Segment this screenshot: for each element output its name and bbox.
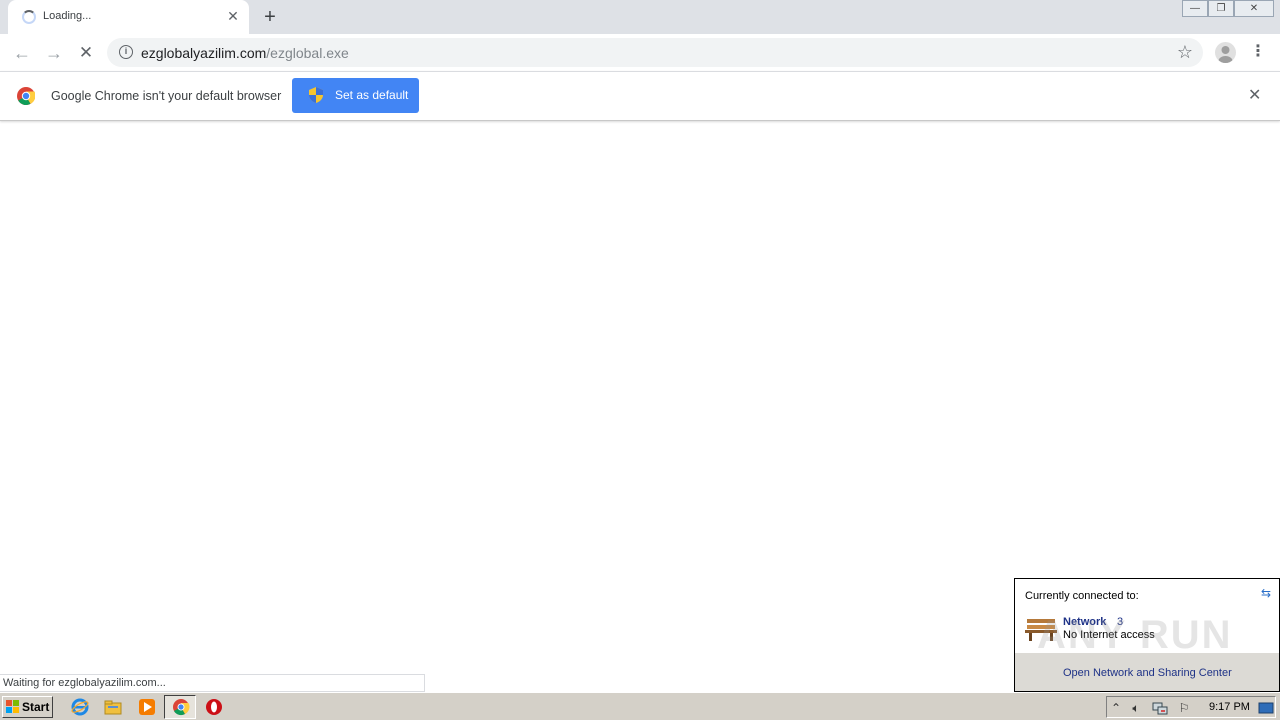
network-heading: Currently connected to: [1025, 590, 1139, 602]
status-bubble: Waiting for ezglobalyazilim.com... [0, 674, 425, 692]
minimize-button[interactable]: — [1182, 0, 1208, 17]
close-window-button[interactable]: ✕ [1234, 0, 1274, 17]
opera-icon[interactable] [205, 698, 223, 716]
bookmark-star-icon[interactable]: ☆ [1177, 42, 1193, 62]
uac-shield-icon [309, 87, 323, 103]
loading-spinner-icon [22, 10, 36, 24]
tab-loading[interactable]: Loading... ✕ [8, 0, 249, 34]
anyrun-watermark: ANY RUN [1037, 613, 1233, 657]
tab-close-icon[interactable]: ✕ [225, 8, 241, 24]
url-path: /ezglobal.exe [266, 45, 349, 61]
url-text[interactable]: ezglobalyazilim.com/ezglobal.exe [141, 45, 349, 61]
system-tray: ⌃ 🔈︎ ⚐ 9:17 PM [1106, 696, 1276, 718]
show-hidden-icons-icon[interactable]: ⌃ [1108, 700, 1124, 716]
taskbar-chrome-button[interactable] [164, 695, 196, 719]
address-bar[interactable]: i ezglobalyazilim.com/ezglobal.exe ☆ [107, 38, 1203, 67]
start-button[interactable]: Start [2, 696, 53, 718]
new-tab-button[interactable]: + [258, 5, 282, 29]
url-domain: ezglobalyazilim.com [141, 45, 267, 61]
network-popup-footer: Open Network and Sharing Center [1015, 653, 1279, 691]
infobar-close-icon[interactable]: ✕ [1248, 87, 1261, 105]
network-refresh-icon[interactable]: ⇆ [1261, 586, 1271, 600]
show-desktop-icon[interactable] [1258, 700, 1274, 716]
back-button[interactable]: ← [8, 39, 36, 67]
stop-button[interactable]: ✕ [72, 39, 100, 67]
default-browser-infobar: Google Chrome isn't your default browser… [0, 71, 1280, 121]
forward-button[interactable]: → [40, 39, 68, 67]
chrome-logo-icon [17, 87, 35, 105]
network-tray-icon[interactable] [1152, 700, 1168, 716]
volume-icon[interactable]: 🔈︎ [1128, 700, 1144, 716]
tab-title: Loading... [43, 10, 92, 22]
explorer-icon[interactable] [104, 698, 122, 716]
set-as-default-button[interactable]: Set as default [292, 78, 419, 113]
taskbar: Start ⌃ 🔈︎ ⚐ 9:17 PM [0, 692, 1280, 720]
profile-avatar-icon[interactable] [1215, 42, 1236, 63]
network-status-popup: Currently connected to: ⇆ Network 3 No I… [1014, 578, 1280, 692]
ie-icon[interactable] [71, 698, 89, 716]
chrome-menu-icon[interactable]: ⋮ [1250, 42, 1266, 62]
media-player-icon[interactable] [138, 698, 156, 716]
restore-button[interactable]: ❐ [1208, 0, 1234, 17]
start-label: Start [22, 700, 50, 714]
set-as-default-label: Set as default [335, 88, 409, 102]
chrome-icon [173, 699, 190, 716]
infobar-message: Google Chrome isn't your default browser [51, 89, 282, 103]
windows-flag-icon [6, 700, 19, 713]
browser-toolbar: ← → ✕ i ezglobalyazilim.com/ezglobal.exe… [0, 34, 1280, 71]
tab-strip: Loading... ✕ + — ❐ ✕ [0, 0, 1280, 34]
clock[interactable]: 9:17 PM [1209, 701, 1250, 713]
site-info-icon[interactable]: i [119, 45, 133, 59]
action-center-flag-icon[interactable]: ⚐ [1176, 700, 1192, 716]
open-network-sharing-center-link[interactable]: Open Network and Sharing Center [1063, 667, 1232, 679]
